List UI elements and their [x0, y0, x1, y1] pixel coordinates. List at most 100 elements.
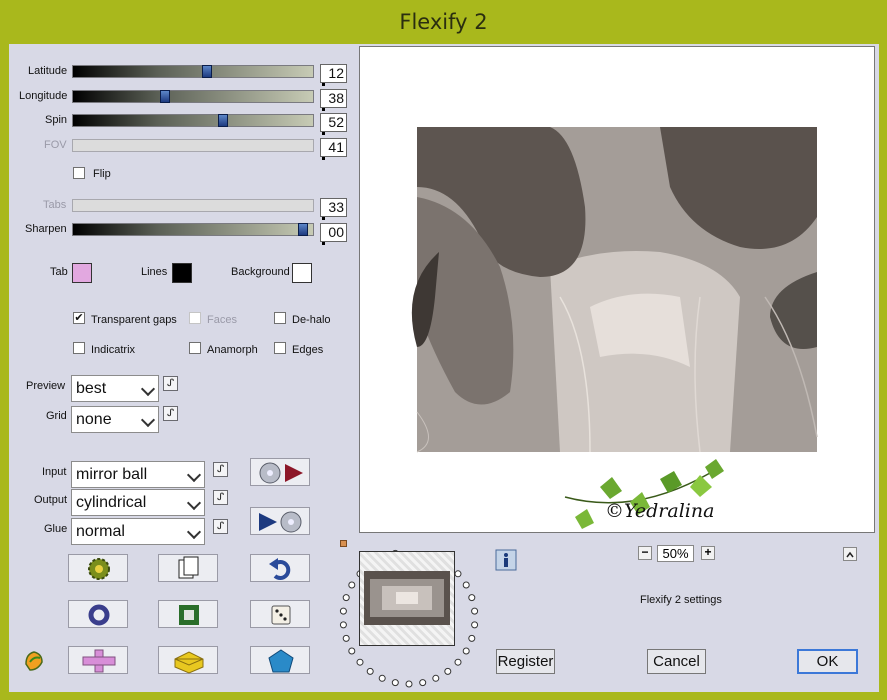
- tabs-value-field: 33: [320, 198, 347, 220]
- ok-button-label: OK: [816, 653, 839, 670]
- navigator-ring-dot[interactable]: [454, 570, 462, 578]
- navigator-ring-dot[interactable]: [462, 581, 470, 589]
- input-from-disk-button[interactable]: [250, 458, 310, 486]
- navigator-ring-dot[interactable]: [356, 658, 364, 666]
- reset-button[interactable]: [68, 600, 128, 628]
- longitude-slider[interactable]: [72, 90, 314, 103]
- zoom-out-button[interactable]: −: [638, 546, 652, 560]
- spin-slider-thumb[interactable]: [218, 114, 228, 127]
- output-random-icon[interactable]: ᔑ: [213, 490, 228, 505]
- cube-layout-button[interactable]: [158, 646, 218, 674]
- grid-random-icon[interactable]: ᔑ: [163, 406, 178, 421]
- background-color-swatch[interactable]: [292, 263, 312, 283]
- input-projection-select[interactable]: mirror ball: [71, 461, 205, 488]
- navigator-ring-dot[interactable]: [366, 667, 374, 675]
- random-all-button[interactable]: [68, 554, 128, 582]
- lines-color-swatch[interactable]: [172, 263, 192, 283]
- grid-select[interactable]: none: [71, 406, 159, 433]
- undo-button[interactable]: [250, 554, 310, 582]
- play-disc-icon: [259, 511, 302, 533]
- preview-quality-value: best: [76, 380, 107, 397]
- navigator-handle-icon[interactable]: [340, 540, 347, 547]
- ring-icon: [88, 604, 110, 626]
- navigator-ring-dot[interactable]: [405, 680, 413, 688]
- latitude-slider-thumb[interactable]: [202, 65, 212, 78]
- navigator-ring-dot[interactable]: [432, 674, 440, 682]
- output-to-disk-button[interactable]: [250, 507, 310, 535]
- navigator-ring-dot[interactable]: [342, 634, 350, 642]
- main-preview-panel[interactable]: ©Yedralina: [359, 46, 875, 533]
- navigator-ring-dot[interactable]: [468, 594, 476, 602]
- preview-image: [411, 127, 818, 529]
- navigator-ring-dot[interactable]: [339, 607, 347, 615]
- cross-layout-button[interactable]: [68, 646, 128, 674]
- polyhedron-button[interactable]: [250, 646, 310, 674]
- ok-button[interactable]: OK: [797, 649, 858, 674]
- latitude-value-field[interactable]: 12: [320, 64, 347, 86]
- anamorph-checkbox[interactable]: [189, 342, 201, 354]
- navigator-ring-dot[interactable]: [471, 607, 479, 615]
- output-label: Output: [34, 494, 68, 506]
- copy-settings-button[interactable]: [158, 554, 218, 582]
- sharpen-slider-thumb[interactable]: [298, 223, 308, 236]
- app-logo-icon: [22, 648, 46, 672]
- spin-slider[interactable]: [72, 114, 314, 127]
- glue-random-icon[interactable]: ᔑ: [213, 519, 228, 534]
- de-halo-label: De-halo: [292, 314, 331, 326]
- chevron-down-icon: [186, 467, 202, 483]
- chevron-down-icon: [140, 412, 156, 428]
- latitude-slider[interactable]: [72, 65, 314, 78]
- sharpen-value-field[interactable]: 00: [320, 223, 347, 245]
- chevron-down-icon: [186, 524, 202, 540]
- edges-checkbox[interactable]: [274, 342, 286, 354]
- tabs-label: Tabs: [43, 199, 67, 211]
- preview-quality-select[interactable]: best: [71, 375, 159, 402]
- navigator-ring-dot[interactable]: [444, 667, 452, 675]
- navigator-ring-dot[interactable]: [468, 634, 476, 642]
- de-halo-checkbox[interactable]: [274, 312, 286, 324]
- status-text: Flexify 2 settings: [640, 594, 722, 606]
- navigator-ring-dot[interactable]: [471, 621, 479, 629]
- title-bar[interactable]: Flexify 2: [0, 0, 887, 44]
- window-title: Flexify 2: [399, 10, 488, 34]
- anamorph-label: Anamorph: [207, 344, 258, 356]
- spin-value-field[interactable]: 52: [320, 113, 347, 135]
- glue-select[interactable]: normal: [71, 518, 205, 545]
- zoom-in-button[interactable]: +: [701, 546, 715, 560]
- sharpen-label: Sharpen: [25, 223, 67, 235]
- randomize-button[interactable]: [250, 600, 310, 628]
- longitude-slider-thumb[interactable]: [160, 90, 170, 103]
- navigator-ring-dot[interactable]: [454, 658, 462, 666]
- collapse-icon[interactable]: [843, 547, 857, 561]
- sharpen-slider[interactable]: [72, 223, 314, 236]
- navigator-ring-dot[interactable]: [378, 674, 386, 682]
- indicatrix-label: Indicatrix: [91, 344, 136, 356]
- tab-color-swatch[interactable]: [72, 263, 92, 283]
- navigator-ring-dot[interactable]: [348, 581, 356, 589]
- flip-checkbox[interactable]: [73, 167, 85, 179]
- flip-label: Flip: [93, 168, 111, 180]
- register-button-label: Register: [497, 653, 554, 670]
- navigator-ring-dot[interactable]: [342, 594, 350, 602]
- longitude-value-field[interactable]: 38: [320, 89, 347, 111]
- info-icon[interactable]: [495, 549, 517, 571]
- navigator-ring-dot[interactable]: [339, 621, 347, 629]
- navigator-ring-dot[interactable]: [462, 647, 470, 655]
- cancel-button[interactable]: Cancel: [647, 649, 706, 674]
- frame-button[interactable]: [158, 600, 218, 628]
- navigator-ring-dot[interactable]: [391, 679, 399, 687]
- undo-arrow-icon: [269, 558, 291, 580]
- register-button[interactable]: Register: [496, 649, 555, 674]
- input-random-icon[interactable]: ᔑ: [213, 462, 228, 477]
- gear-icon: [88, 558, 110, 580]
- navigator-thumbnail[interactable]: [359, 551, 455, 646]
- preview-random-icon[interactable]: ᔑ: [163, 376, 178, 391]
- preview-quality-label: Preview: [26, 380, 66, 392]
- indicatrix-checkbox[interactable]: [73, 342, 85, 354]
- output-projection-select[interactable]: cylindrical: [71, 489, 205, 516]
- transparent-gaps-checkbox[interactable]: ✔: [73, 312, 85, 324]
- navigator-ring-dot[interactable]: [419, 679, 427, 687]
- navigator-ring-dot[interactable]: [348, 647, 356, 655]
- input-projection-value: mirror ball: [76, 466, 148, 483]
- zoom-level-field[interactable]: 50%: [657, 545, 694, 562]
